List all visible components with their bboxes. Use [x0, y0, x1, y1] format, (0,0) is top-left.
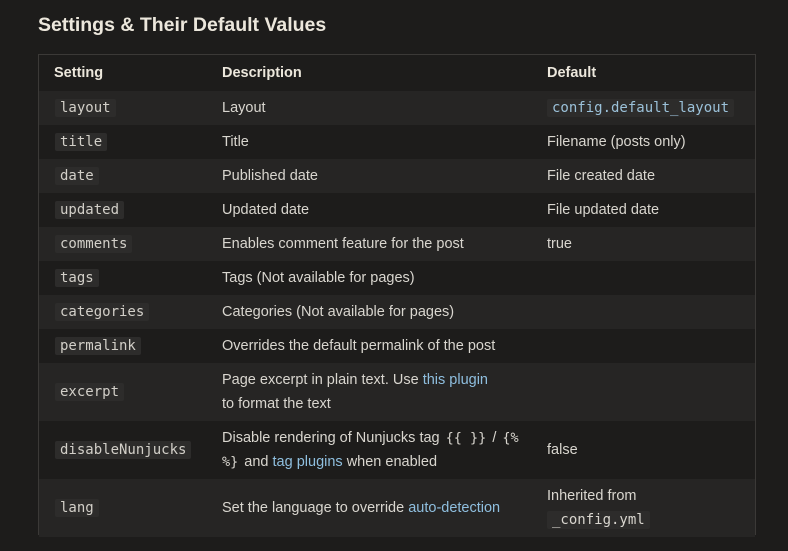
setting-key: disableNunjucks	[55, 441, 192, 459]
table-header-row: Setting Description Default	[39, 55, 755, 91]
setting-key: layout	[55, 99, 116, 117]
table-row: permalink Overrides the default permalin…	[39, 329, 755, 363]
setting-description: Enables comment feature for the post	[207, 227, 532, 261]
setting-default	[532, 261, 755, 295]
setting-key: lang	[55, 499, 99, 517]
setting-default: File updated date	[532, 193, 755, 227]
settings-table: Setting Description Default layout Layou…	[39, 55, 755, 537]
table-row: updated Updated date File updated date	[39, 193, 755, 227]
setting-default: Filename (posts only)	[532, 125, 755, 159]
section-heading: Settings & Their Default Values	[38, 14, 327, 36]
setting-description: Tags (Not available for pages)	[207, 261, 532, 295]
setting-description: Published date	[207, 159, 532, 193]
setting-default: Inherited from _config.yml	[532, 479, 755, 537]
header-setting: Setting	[54, 65, 104, 81]
setting-description: Overrides the default permalink of the p…	[207, 329, 532, 363]
setting-description: Title	[207, 125, 532, 159]
setting-key: updated	[55, 201, 125, 219]
setting-description: Disable rendering of Nunjucks tag {{ }} …	[207, 421, 532, 479]
setting-description: Set the language to override auto-detect…	[207, 479, 532, 537]
nunjucks-variable-tag: {{ }}	[445, 430, 487, 446]
page: Settings & Their Default Values Setting …	[0, 0, 788, 551]
header-default: Default	[547, 65, 597, 81]
setting-key: categories	[55, 303, 150, 321]
setting-description: Page excerpt in plain text. Use this plu…	[207, 363, 532, 421]
table-row: tags Tags (Not available for pages)	[39, 261, 755, 295]
setting-key: date	[55, 167, 99, 185]
setting-default: false	[532, 421, 755, 479]
setting-default: config.default_layout	[547, 99, 735, 117]
table-row: title Title Filename (posts only)	[39, 125, 755, 159]
table-row: comments Enables comment feature for the…	[39, 227, 755, 261]
setting-key: tags	[55, 269, 99, 287]
setting-default	[532, 329, 755, 363]
setting-default: File created date	[532, 159, 755, 193]
setting-key: permalink	[55, 337, 141, 355]
setting-description: Updated date	[207, 193, 532, 227]
setting-description: Categories (Not available for pages)	[207, 295, 532, 329]
this-plugin-link[interactable]: this plugin	[423, 372, 488, 388]
table-row: date Published date File created date	[39, 159, 755, 193]
config-file-code: _config.yml	[547, 511, 650, 529]
table-row: excerpt Page excerpt in plain text. Use …	[39, 363, 755, 421]
table-row: lang Set the language to override auto-d…	[39, 479, 755, 537]
table-row: layout Layout config.default_layout	[39, 91, 755, 125]
setting-key: excerpt	[55, 383, 125, 401]
table-row: disableNunjucks Disable rendering of Nun…	[39, 421, 755, 479]
setting-default	[532, 295, 755, 329]
setting-key: title	[55, 133, 108, 151]
tag-plugins-link[interactable]: tag plugins	[273, 454, 343, 470]
auto-detection-link[interactable]: auto-detection	[408, 500, 500, 516]
settings-table-container: Setting Description Default layout Layou…	[38, 54, 756, 537]
setting-default: true	[532, 227, 755, 261]
setting-key: comments	[55, 235, 133, 253]
setting-default	[532, 363, 755, 421]
setting-description: Layout	[207, 91, 532, 125]
table-row: categories Categories (Not available for…	[39, 295, 755, 329]
header-description: Description	[222, 65, 302, 81]
